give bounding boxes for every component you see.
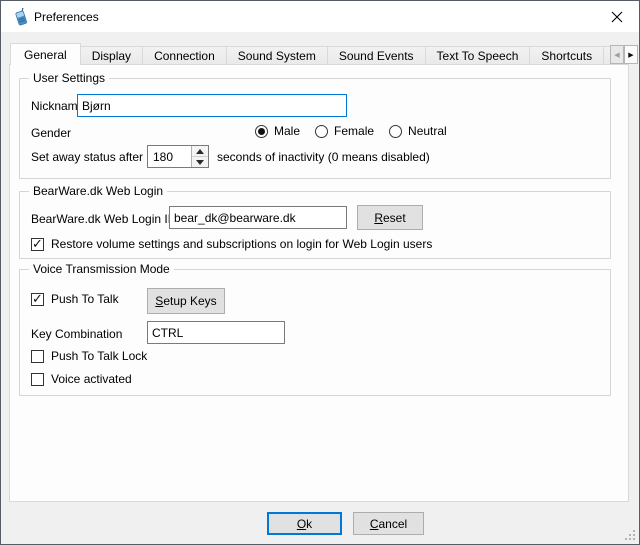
radio-selected-icon	[255, 125, 268, 138]
push-to-talk-lock-checkbox-row[interactable]: Push To Talk Lock	[31, 349, 147, 364]
tab-general[interactable]: General	[10, 43, 81, 65]
restore-volume-label: Restore volume settings and subscription…	[51, 237, 432, 252]
voice-activated-label: Voice activated	[51, 372, 132, 387]
group-title: User Settings	[29, 71, 109, 85]
arrow-down-icon	[196, 160, 204, 165]
spin-down-button[interactable]	[192, 156, 208, 167]
spin-up-button[interactable]	[192, 146, 208, 156]
close-button[interactable]	[594, 1, 639, 32]
gender-label: Gender	[31, 126, 71, 141]
radio-neutral[interactable]: Neutral	[389, 124, 447, 139]
radio-icon	[315, 125, 328, 138]
tab-display[interactable]: Display	[80, 46, 143, 65]
tab-text-to-speech[interactable]: Text To Speech	[425, 46, 531, 65]
tab-sound-system[interactable]: Sound System	[226, 46, 328, 65]
away-label: Set away status after	[31, 150, 143, 165]
nickname-input[interactable]	[77, 94, 347, 117]
away-seconds-value: 180	[148, 146, 191, 167]
voice-activated-checkbox-row[interactable]: Voice activated	[31, 372, 132, 387]
checkbox-icon[interactable]	[31, 238, 44, 251]
tab-video[interactable]: Video	[603, 46, 610, 65]
restore-volume-checkbox-row[interactable]: Restore volume settings and subscription…	[31, 237, 432, 252]
title-bar[interactable]: Preferences	[1, 1, 639, 32]
tab-scroll-right-button[interactable]: ▶	[624, 45, 638, 64]
group-title: Voice Transmission Mode	[29, 262, 174, 276]
tab-shortcuts[interactable]: Shortcuts	[529, 46, 604, 65]
chevron-left-icon: ◀	[614, 51, 619, 59]
checkbox-icon[interactable]	[31, 373, 44, 386]
away-suffix-label: seconds of inactivity (0 means disabled)	[217, 150, 430, 165]
ok-button[interactable]: Ok	[267, 512, 342, 535]
radio-icon	[389, 125, 402, 138]
group-title: BearWare.dk Web Login	[29, 184, 167, 198]
key-combination-input[interactable]	[147, 321, 285, 344]
tab-sound-events[interactable]: Sound Events	[327, 46, 426, 65]
away-seconds-spinner[interactable]: 180	[147, 145, 209, 168]
push-to-talk-label: Push To Talk	[51, 292, 119, 307]
arrow-up-icon	[196, 149, 204, 154]
cancel-button[interactable]: Cancel	[353, 512, 424, 535]
chevron-right-icon: ▶	[628, 51, 633, 59]
web-login-id-label: BearWare.dk Web Login ID	[31, 212, 176, 227]
tab-connection[interactable]: Connection	[142, 46, 227, 65]
resize-grip[interactable]	[625, 530, 636, 541]
push-to-talk-lock-label: Push To Talk Lock	[51, 349, 147, 364]
key-combination-label: Key Combination	[31, 327, 122, 342]
gender-radio-group: Male Female Neutral	[255, 124, 447, 139]
window-title: Preferences	[34, 10, 99, 24]
web-login-id-input[interactable]	[169, 206, 347, 229]
tab-scroll-left-button[interactable]: ◀	[610, 45, 624, 64]
preferences-dialog: Preferences General Display Connection S…	[0, 0, 640, 545]
tab-bar: General Display Connection Sound System …	[10, 42, 610, 65]
spinner-buttons	[191, 146, 208, 167]
reset-button[interactable]: Reset	[357, 205, 423, 230]
app-icon	[12, 8, 30, 26]
radio-male[interactable]: Male	[255, 124, 300, 139]
checkbox-icon[interactable]	[31, 350, 44, 363]
close-icon	[611, 11, 623, 23]
radio-female[interactable]: Female	[315, 124, 374, 139]
checkbox-icon[interactable]	[31, 293, 44, 306]
push-to-talk-checkbox-row[interactable]: Push To Talk	[31, 292, 119, 307]
setup-keys-button[interactable]: Setup Keys	[147, 288, 225, 314]
